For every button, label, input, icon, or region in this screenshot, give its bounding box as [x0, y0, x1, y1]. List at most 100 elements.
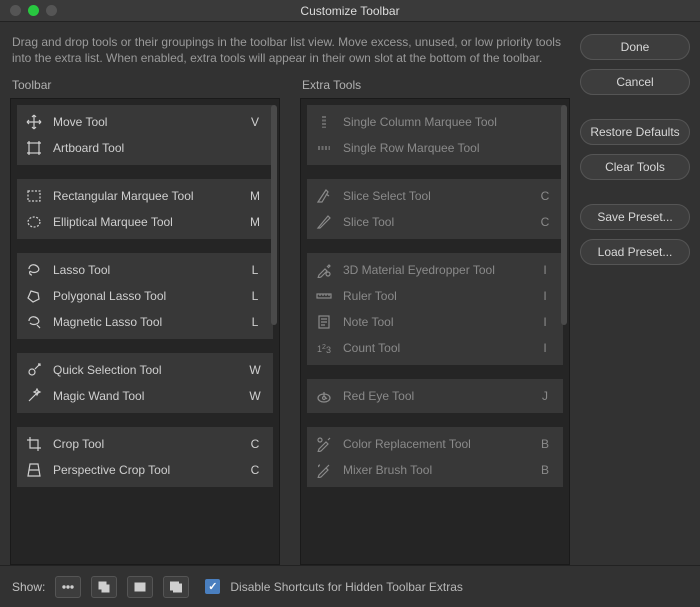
tool-group[interactable]: Red Eye ToolJ	[307, 379, 563, 413]
tool-label: Count Tool	[343, 341, 537, 355]
tool-row[interactable]: Note ToolI	[307, 309, 563, 335]
extra-tools-list[interactable]: Single Column Marquee Tool Single Row Mar…	[300, 98, 570, 565]
redeye-icon	[315, 387, 333, 405]
tool-label: Ruler Tool	[343, 289, 537, 303]
load-preset-button[interactable]: Load Preset...	[580, 239, 690, 265]
tool-shortcut: I	[537, 315, 553, 329]
tool-row[interactable]: Artboard Tool	[17, 135, 273, 161]
tool-row[interactable]: Magic Wand ToolW	[17, 383, 273, 409]
count-icon: 123	[315, 339, 333, 357]
window-title: Customize Toolbar	[0, 4, 700, 18]
tool-row[interactable]: Slice ToolC	[307, 209, 563, 235]
move-icon	[25, 113, 43, 131]
tool-group[interactable]: Rectangular Marquee ToolMElliptical Marq…	[17, 179, 273, 239]
persp-crop-icon	[25, 461, 43, 479]
clear-tools-button[interactable]: Clear Tools	[580, 154, 690, 180]
tool-row[interactable]: Color Replacement ToolB	[307, 431, 563, 457]
color-replace-icon	[315, 435, 333, 453]
scrollbar[interactable]	[271, 105, 277, 325]
tool-group[interactable]: Move ToolVArtboard Tool	[17, 105, 273, 165]
tool-row[interactable]: 3D Material Eyedropper ToolI	[307, 257, 563, 283]
tool-row[interactable]: Magnetic Lasso ToolL	[17, 309, 273, 335]
tool-shortcut: W	[247, 389, 263, 403]
show-options-button[interactable]	[55, 576, 81, 598]
ruler-icon	[315, 287, 333, 305]
tool-label: Red Eye Tool	[343, 389, 537, 403]
tool-row[interactable]: Quick Selection ToolW	[17, 357, 273, 383]
tool-label: Elliptical Marquee Tool	[53, 215, 247, 229]
tool-label: Move Tool	[53, 115, 247, 129]
tool-label: Perspective Crop Tool	[53, 463, 247, 477]
tool-label: Polygonal Lasso Tool	[53, 289, 247, 303]
cancel-button[interactable]: Cancel	[580, 69, 690, 95]
tool-row[interactable]: Single Column Marquee Tool	[307, 109, 563, 135]
show-quickmask-button[interactable]	[127, 576, 153, 598]
tool-shortcut: L	[247, 289, 263, 303]
note-icon	[315, 313, 333, 331]
tool-shortcut: W	[247, 363, 263, 377]
tool-label: Crop Tool	[53, 437, 247, 451]
mixer-icon	[315, 461, 333, 479]
col-marquee-icon	[315, 113, 333, 131]
slice-sel-icon	[315, 187, 333, 205]
tool-shortcut: M	[247, 189, 263, 203]
mag-lasso-icon	[25, 313, 43, 331]
tool-label: Lasso Tool	[53, 263, 247, 277]
restore-defaults-button[interactable]: Restore Defaults	[580, 119, 690, 145]
artboard-icon	[25, 139, 43, 157]
tool-row[interactable]: Single Row Marquee Tool	[307, 135, 563, 161]
disable-shortcuts-checkbox[interactable]: ✓	[205, 579, 220, 594]
tool-group[interactable]: Single Column Marquee Tool Single Row Mar…	[307, 105, 563, 165]
tool-row[interactable]: Red Eye ToolJ	[307, 383, 563, 409]
tool-group[interactable]: Lasso ToolLPolygonal Lasso ToolLMagnetic…	[17, 253, 273, 339]
tool-shortcut: C	[247, 437, 263, 451]
tool-row[interactable]: Ruler ToolI	[307, 283, 563, 309]
tool-label: Slice Select Tool	[343, 189, 537, 203]
instructions-text: Drag and drop tools or their groupings i…	[10, 32, 570, 74]
titlebar: Customize Toolbar	[0, 0, 700, 22]
rect-marquee-icon	[25, 187, 43, 205]
quick-sel-icon	[25, 361, 43, 379]
show-foreground-background-button[interactable]	[91, 576, 117, 598]
tool-row[interactable]: Lasso ToolL	[17, 257, 273, 283]
tool-label: Single Column Marquee Tool	[343, 115, 537, 129]
done-button[interactable]: Done	[580, 34, 690, 60]
scrollbar[interactable]	[561, 105, 567, 325]
tool-label: Note Tool	[343, 315, 537, 329]
show-screenmode-button[interactable]	[163, 576, 189, 598]
tool-row[interactable]: Elliptical Marquee ToolM	[17, 209, 273, 235]
tool-shortcut: I	[537, 341, 553, 355]
side-buttons: Done Cancel Restore Defaults Clear Tools…	[580, 32, 690, 565]
tool-shortcut: I	[537, 289, 553, 303]
tool-shortcut: V	[247, 115, 263, 129]
save-preset-button[interactable]: Save Preset...	[580, 204, 690, 230]
tool-label: Artboard Tool	[53, 141, 247, 155]
tool-group[interactable]: 3D Material Eyedropper ToolIRuler ToolIN…	[307, 253, 563, 365]
minimize-window-button[interactable]	[28, 5, 39, 16]
tool-row[interactable]: Perspective Crop ToolC	[17, 457, 273, 483]
tool-shortcut: B	[537, 463, 553, 477]
tool-group[interactable]: Quick Selection ToolWMagic Wand ToolW	[17, 353, 273, 413]
tool-row[interactable]: Mixer Brush ToolB	[307, 457, 563, 483]
tool-group[interactable]: Color Replacement ToolBMixer Brush ToolB	[307, 427, 563, 487]
tool-shortcut: C	[537, 215, 553, 229]
tool-row[interactable]: Rectangular Marquee ToolM	[17, 183, 273, 209]
tool-row[interactable]: Crop ToolC	[17, 431, 273, 457]
tool-label: Mixer Brush Tool	[343, 463, 537, 477]
tool-group[interactable]: Crop ToolCPerspective Crop ToolC	[17, 427, 273, 487]
tool-row[interactable]: Slice Select ToolC	[307, 183, 563, 209]
disable-shortcuts-label: Disable Shortcuts for Hidden Toolbar Ext…	[230, 580, 463, 594]
tool-row[interactable]: 123 Count ToolI	[307, 335, 563, 361]
zoom-window-button[interactable]	[46, 5, 57, 16]
tool-label: Magnetic Lasso Tool	[53, 315, 247, 329]
lasso-icon	[25, 261, 43, 279]
tool-row[interactable]: Move ToolV	[17, 109, 273, 135]
crop-icon	[25, 435, 43, 453]
tool-row[interactable]: Polygonal Lasso ToolL	[17, 283, 273, 309]
close-window-button[interactable]	[10, 5, 21, 16]
tool-shortcut: L	[247, 263, 263, 277]
tool-group[interactable]: Slice Select ToolCSlice ToolC	[307, 179, 563, 239]
window-controls	[0, 5, 57, 16]
tool-label: Color Replacement Tool	[343, 437, 537, 451]
toolbar-list[interactable]: Move ToolVArtboard ToolRectangular Marqu…	[10, 98, 280, 565]
